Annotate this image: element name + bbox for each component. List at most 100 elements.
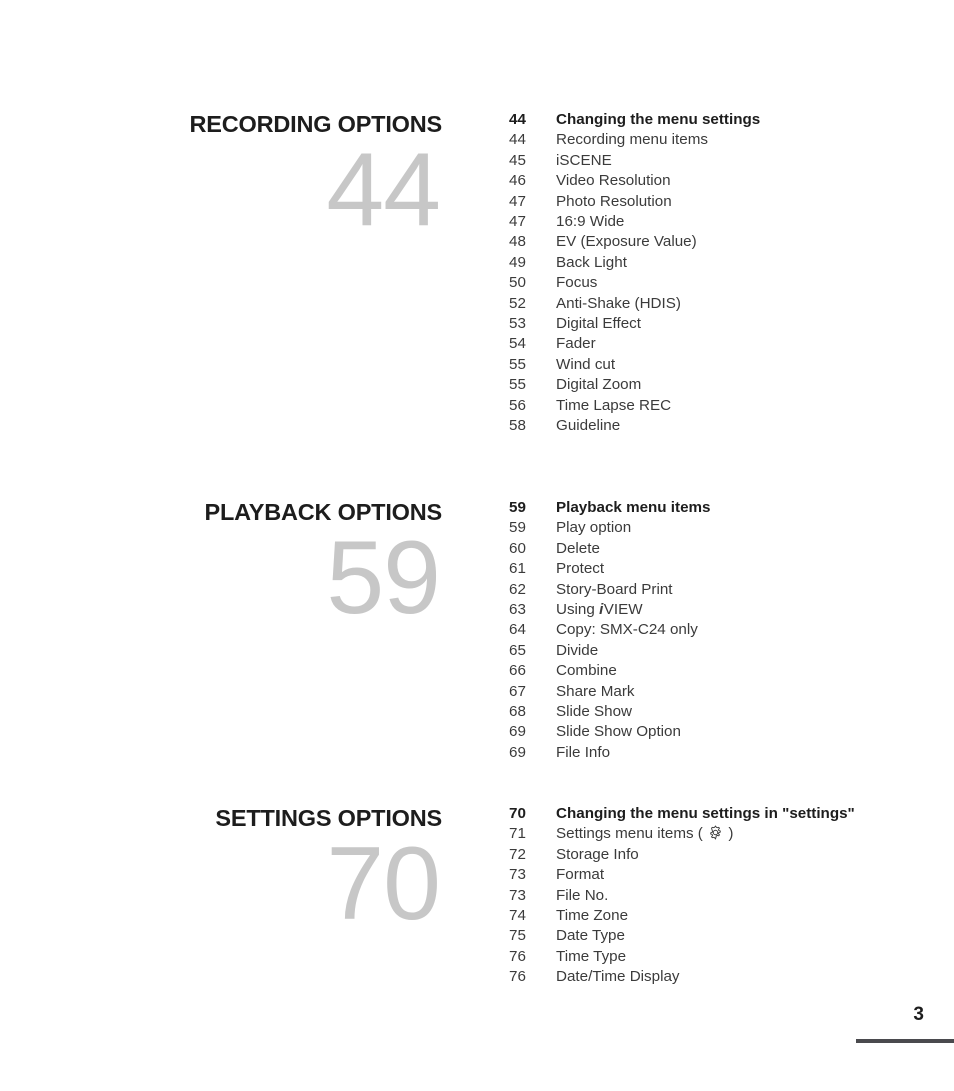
toc-entry[interactable]: 76 Time Type [509,947,939,967]
toc-entry[interactable]: 58 Guideline [509,416,939,436]
toc-entry-list: 44 Changing the menu settings 44 Recording … [509,110,939,437]
toc-entry[interactable]: 55 Wind cut [509,355,939,375]
toc-entry-label: Changing the menu settings [556,111,761,128]
toc-entry-label: Time Zone [556,907,629,925]
toc-entry-list: 59 Playback menu items 59 Play option 60 Dele… [509,498,939,763]
toc-entry-page: 61 [509,560,526,578]
toc-entry-page: 64 [509,621,526,639]
toc-entry-page: 72 [509,845,526,863]
toc-entry[interactable]: 54 Fader [509,334,939,354]
toc-entry[interactable]: 63 Using iVIEW [509,600,939,620]
toc-entry-label: File No. [556,886,609,904]
toc-entry-page: 50 [509,274,526,292]
toc-entry-page: 53 [509,315,526,333]
toc-entry-page: 67 [509,682,526,700]
toc-entry[interactable]: 59 Play option [509,518,939,538]
toc-entry[interactable]: 47 16:9 Wide [509,212,939,232]
toc-entry-page: 44 [509,131,526,149]
toc-entry-page: 69 [509,743,526,761]
toc-entry[interactable]: 71 Settings menu items ( ) [509,824,939,844]
toc-entry-page: 47 [509,213,526,231]
section-start-page-watermark: 70 [326,826,441,942]
section-start-page-watermark: 44 [326,132,441,248]
toc-entry[interactable]: 74 Time Zone [509,906,939,926]
toc-entry[interactable]: 76 Date/Time Display [509,967,939,987]
toc-entry[interactable]: 46 Video Resolution [509,171,939,191]
toc-entry[interactable]: 70 Changing the menu settings in "setting… [509,804,939,824]
toc-entry[interactable]: 52 Anti-Shake (HDIS) [509,294,939,314]
toc-entry[interactable]: 69 File Info [509,743,939,763]
toc-entry[interactable]: 48 EV (Exposure Value) [509,232,939,252]
toc-entry-label: Guideline [556,417,621,435]
toc-entry-label: Time Type [556,947,627,965]
toc-entry-label: Storage Info [556,845,639,863]
toc-label-text-suffix: VIEW [603,601,643,619]
toc-entry[interactable]: 56 Time Lapse REC [509,396,939,416]
toc-entry-page: 73 [509,866,526,884]
toc-entry[interactable]: 68 Slide Show [509,702,939,722]
toc-entry[interactable]: 66 Combine [509,661,939,681]
toc-label-text-prefix: Settings menu items ( [556,825,708,843]
toc-entry-label: Video Resolution [556,172,671,190]
toc-entry-label: Digital Zoom [556,376,642,394]
toc-entry[interactable]: 64 Copy: SMX-C24 only [509,620,939,640]
toc-entry-label: Story-Board Print [556,580,673,598]
toc-entry-label: Focus [556,274,598,292]
toc-entry[interactable]: 60 Delete [509,539,939,559]
folio-rule [856,1039,954,1043]
toc-entry-page: 71 [509,825,526,843]
toc-entry-label: Digital Effect [556,315,641,333]
toc-entry-page: 59 [509,519,526,537]
toc-entry-page: 74 [509,907,526,925]
toc-entry-label: Playback menu items [556,499,711,516]
toc-entry-label: Delete [556,539,600,557]
toc-entry-page: 46 [509,172,526,190]
toc-entry-label: Using iVIEW [556,600,643,620]
toc-entry[interactable]: 69 Slide Show Option [509,722,939,742]
toc-section-header: RECORDING OPTIONS 44 [120,110,442,248]
toc-entry[interactable]: 59 Playback menu items [509,498,939,518]
toc-entry-label: Protect [556,560,605,578]
toc-entry-label: Photo Resolution [556,192,672,210]
toc-entry-label: iSCENE [556,151,612,169]
toc-entry-page: 66 [509,662,526,680]
toc-entry[interactable]: 55 Digital Zoom [509,375,939,395]
toc-entry-page: 59 [509,499,526,516]
toc-entry-page: 68 [509,703,526,721]
toc-entry[interactable]: 73 Format [509,865,939,885]
toc-entry-list: 70 Changing the menu settings in "setting… [509,804,939,988]
toc-entry[interactable]: 47 Photo Resolution [509,192,939,212]
toc-entry-label: Slide Show [556,703,632,721]
page-footer: 3 [0,1004,954,1064]
toc-entry[interactable]: 49 Back Light [509,253,939,273]
toc-entry[interactable]: 44 Recording menu items [509,130,939,150]
toc-entry-label: Settings menu items ( ) [556,824,733,844]
toc-entry[interactable]: 53 Digital Effect [509,314,939,334]
toc-entry-page: 58 [509,417,526,435]
toc-entry[interactable]: 50 Focus [509,273,939,293]
toc-entry-label: Fader [556,335,596,353]
toc-entry-label: File Info [556,743,611,761]
toc-entry-page: 73 [509,886,526,904]
toc-entry-page: 65 [509,641,526,659]
toc-entry-label: Slide Show Option [556,723,681,741]
toc-entry-page: 55 [509,376,526,394]
toc-entry-label: Play option [556,519,632,537]
toc-entry-label: Time Lapse REC [556,396,672,414]
toc-entry[interactable]: 67 Share Mark [509,682,939,702]
toc-entry-page: 69 [509,723,526,741]
toc-entry[interactable]: 72 Storage Info [509,845,939,865]
toc-entry-label: Share Mark [556,682,635,700]
toc-section-header: PLAYBACK OPTIONS 59 [120,498,443,630]
toc-section-header: SETTINGS OPTIONS 70 [120,804,442,942]
toc-entry[interactable]: 75 Date Type [509,926,939,946]
toc-entry-page: 56 [509,396,526,414]
toc-entry-label: 16:9 Wide [556,213,625,231]
toc-entry[interactable]: 44 Changing the menu settings [509,110,939,130]
toc-entry[interactable]: 61 Protect [509,559,939,579]
toc-entry[interactable]: 62 Story-Board Print [509,580,939,600]
toc-entry[interactable]: 73 File No. [509,886,939,906]
toc-entry[interactable]: 45 iSCENE [509,151,939,171]
toc-entry-page: 60 [509,539,526,557]
toc-entry[interactable]: 65 Divide [509,641,939,661]
